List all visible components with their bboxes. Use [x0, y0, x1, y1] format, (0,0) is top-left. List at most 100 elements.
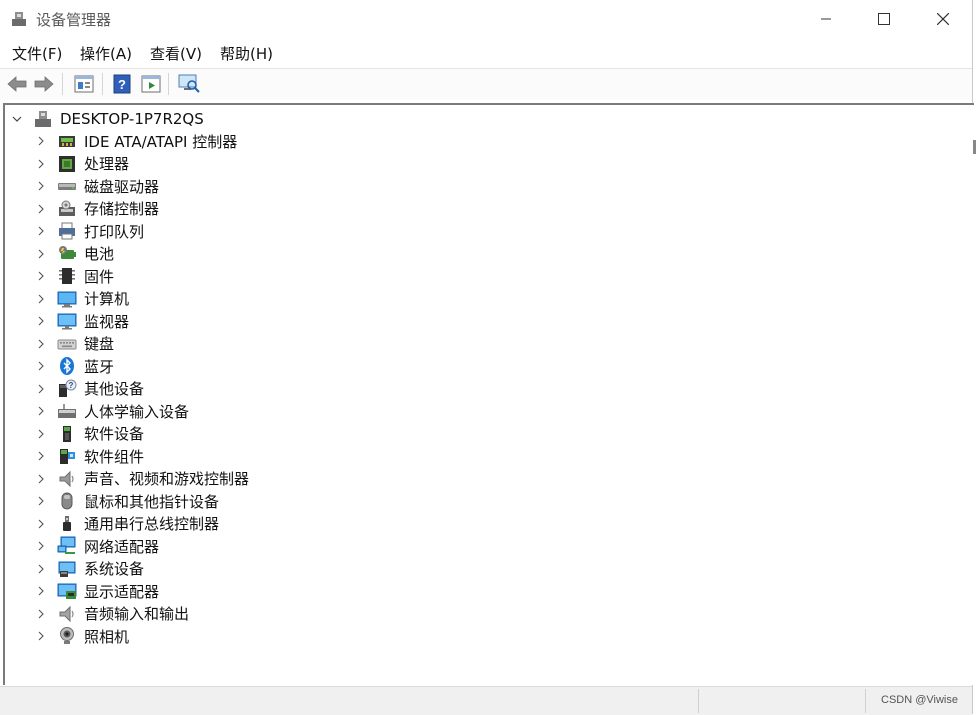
chevron-right-icon[interactable] [35, 338, 47, 350]
maximize-icon [878, 13, 890, 25]
scan-hardware-button[interactable] [177, 73, 201, 95]
run-button[interactable] [139, 73, 163, 95]
chevron-right-icon[interactable] [35, 585, 47, 597]
tree-item[interactable]: 键盘 [35, 333, 114, 355]
status-bar: CSDN @Viwise [0, 686, 972, 715]
chevron-right-icon[interactable] [35, 383, 47, 395]
title-bar[interactable]: 设备管理器 [0, 0, 972, 38]
tree-item[interactable]: IDE ATA/ATAPI 控制器 [35, 130, 237, 152]
chevron-right-icon[interactable] [35, 630, 47, 642]
tree-item[interactable]: 蓝牙 [35, 355, 114, 377]
chevron-right-icon[interactable] [35, 248, 47, 260]
menu-bar: 文件(F) 操作(A) 查看(V) 帮助(H) [0, 40, 972, 66]
chevron-right-icon[interactable] [35, 225, 47, 237]
tree-item[interactable]: 人体学输入设备 [35, 400, 189, 422]
tree-root[interactable]: DESKTOP-1P7R2QS [11, 108, 204, 130]
keyboard-icon [57, 334, 77, 354]
help-button[interactable]: ? [110, 73, 134, 95]
tree-item[interactable]: 网络适配器 [35, 535, 159, 557]
tree-item-label: 电池 [84, 245, 115, 263]
forward-arrow-icon [34, 76, 54, 92]
tree-item-label: 蓝牙 [84, 357, 115, 376]
device-manager-icon [12, 12, 26, 26]
chevron-right-icon[interactable] [35, 495, 47, 507]
watermark-text: CSDN @Viwise [881, 694, 958, 706]
close-button[interactable] [914, 0, 972, 38]
chevron-right-icon[interactable] [35, 360, 47, 372]
forward-button[interactable] [32, 73, 56, 95]
tree-item-label: 音频输入和输出 [84, 605, 190, 623]
bluetooth-icon [57, 356, 77, 376]
tree-item[interactable]: 声音、视频和游戏控制器 [35, 468, 249, 490]
chevron-down-icon[interactable] [11, 113, 23, 125]
maximize-button[interactable] [855, 0, 913, 38]
menu-view[interactable]: 查看(V) [150, 43, 202, 64]
minimize-button[interactable] [797, 0, 855, 38]
tree-item-label: 软件设备 [84, 425, 145, 443]
scan-hardware-icon [178, 74, 200, 93]
tree-item[interactable]: 通用串行总线控制器 [35, 513, 219, 535]
tree-item[interactable]: 鼠标和其他指针设备 [35, 490, 219, 512]
tree-item-label: IDE ATA/ATAPI 控制器 [84, 132, 238, 151]
chevron-right-icon[interactable] [35, 203, 47, 215]
tree-item[interactable]: 监视器 [35, 310, 129, 332]
tree-item-label: 通用串行总线控制器 [84, 515, 220, 533]
chevron-right-icon[interactable] [35, 473, 47, 485]
network-adapter-icon [57, 536, 77, 556]
firmware-icon [57, 266, 77, 286]
chevron-right-icon[interactable] [35, 608, 47, 620]
usb-icon [57, 514, 77, 534]
tree-item-label: 网络适配器 [84, 537, 160, 556]
chevron-right-icon[interactable] [35, 293, 47, 305]
tree-item[interactable]: 软件设备 [35, 423, 144, 445]
tree-item[interactable]: 显示适配器 [35, 580, 159, 602]
tree-item[interactable]: 系统设备 [35, 558, 144, 580]
tree-item[interactable]: 电池 [35, 243, 114, 265]
chevron-right-icon[interactable] [35, 270, 47, 282]
chevron-right-icon[interactable] [35, 135, 47, 147]
tree-item[interactable]: ? 其他设备 [35, 378, 144, 400]
device-tree[interactable]: DESKTOP-1P7R2QS IDE ATA/ATAPI 控制器处理器磁盘驱动… [3, 103, 974, 685]
unknown-device-icon: ? [57, 379, 77, 399]
ide-controller-icon [57, 131, 77, 151]
window-edge-marker [973, 140, 976, 154]
close-icon [937, 13, 949, 25]
tree-item[interactable]: 打印队列 [35, 220, 144, 242]
chevron-right-icon[interactable] [35, 428, 47, 440]
back-button[interactable] [5, 73, 29, 95]
menu-help[interactable]: 帮助(H) [220, 43, 273, 64]
computer-monitor-icon [57, 289, 77, 309]
chevron-right-icon[interactable] [35, 540, 47, 552]
chevron-right-icon[interactable] [35, 563, 47, 575]
tree-item[interactable]: 存储控制器 [35, 198, 159, 220]
tree-item-label: 磁盘驱动器 [84, 177, 160, 196]
speaker-icon [57, 469, 77, 489]
menu-file[interactable]: 文件(F) [12, 43, 62, 64]
chevron-right-icon[interactable] [35, 180, 47, 192]
tree-item[interactable]: 计算机 [35, 288, 129, 310]
svg-text:?: ? [118, 77, 126, 92]
tree-item-label: 打印队列 [84, 222, 145, 241]
chevron-right-icon[interactable] [35, 405, 47, 417]
chevron-right-icon[interactable] [35, 315, 47, 327]
tree-item[interactable]: 固件 [35, 265, 114, 287]
status-divider [698, 689, 699, 713]
tree-item-label: 软件组件 [84, 447, 145, 466]
display-adapter-icon [57, 581, 77, 601]
tree-item[interactable]: 软件组件 [35, 445, 144, 467]
tree-item-label: 计算机 [84, 290, 130, 308]
tree-root-label: DESKTOP-1P7R2QS [60, 110, 204, 128]
chevron-right-icon[interactable] [35, 450, 47, 462]
properties-button[interactable] [72, 73, 96, 95]
menu-action[interactable]: 操作(A) [80, 43, 132, 64]
software-component-icon [57, 446, 77, 466]
chevron-right-icon[interactable] [35, 158, 47, 170]
chevron-right-icon[interactable] [35, 518, 47, 530]
mouse-icon [57, 491, 77, 511]
tree-item[interactable]: 照相机 [35, 625, 129, 647]
hid-icon [57, 401, 77, 421]
tree-item-label: 键盘 [84, 335, 115, 353]
tree-item[interactable]: 处理器 [35, 153, 129, 175]
tree-item[interactable]: 磁盘驱动器 [35, 175, 159, 197]
tree-item[interactable]: 音频输入和输出 [35, 603, 189, 625]
